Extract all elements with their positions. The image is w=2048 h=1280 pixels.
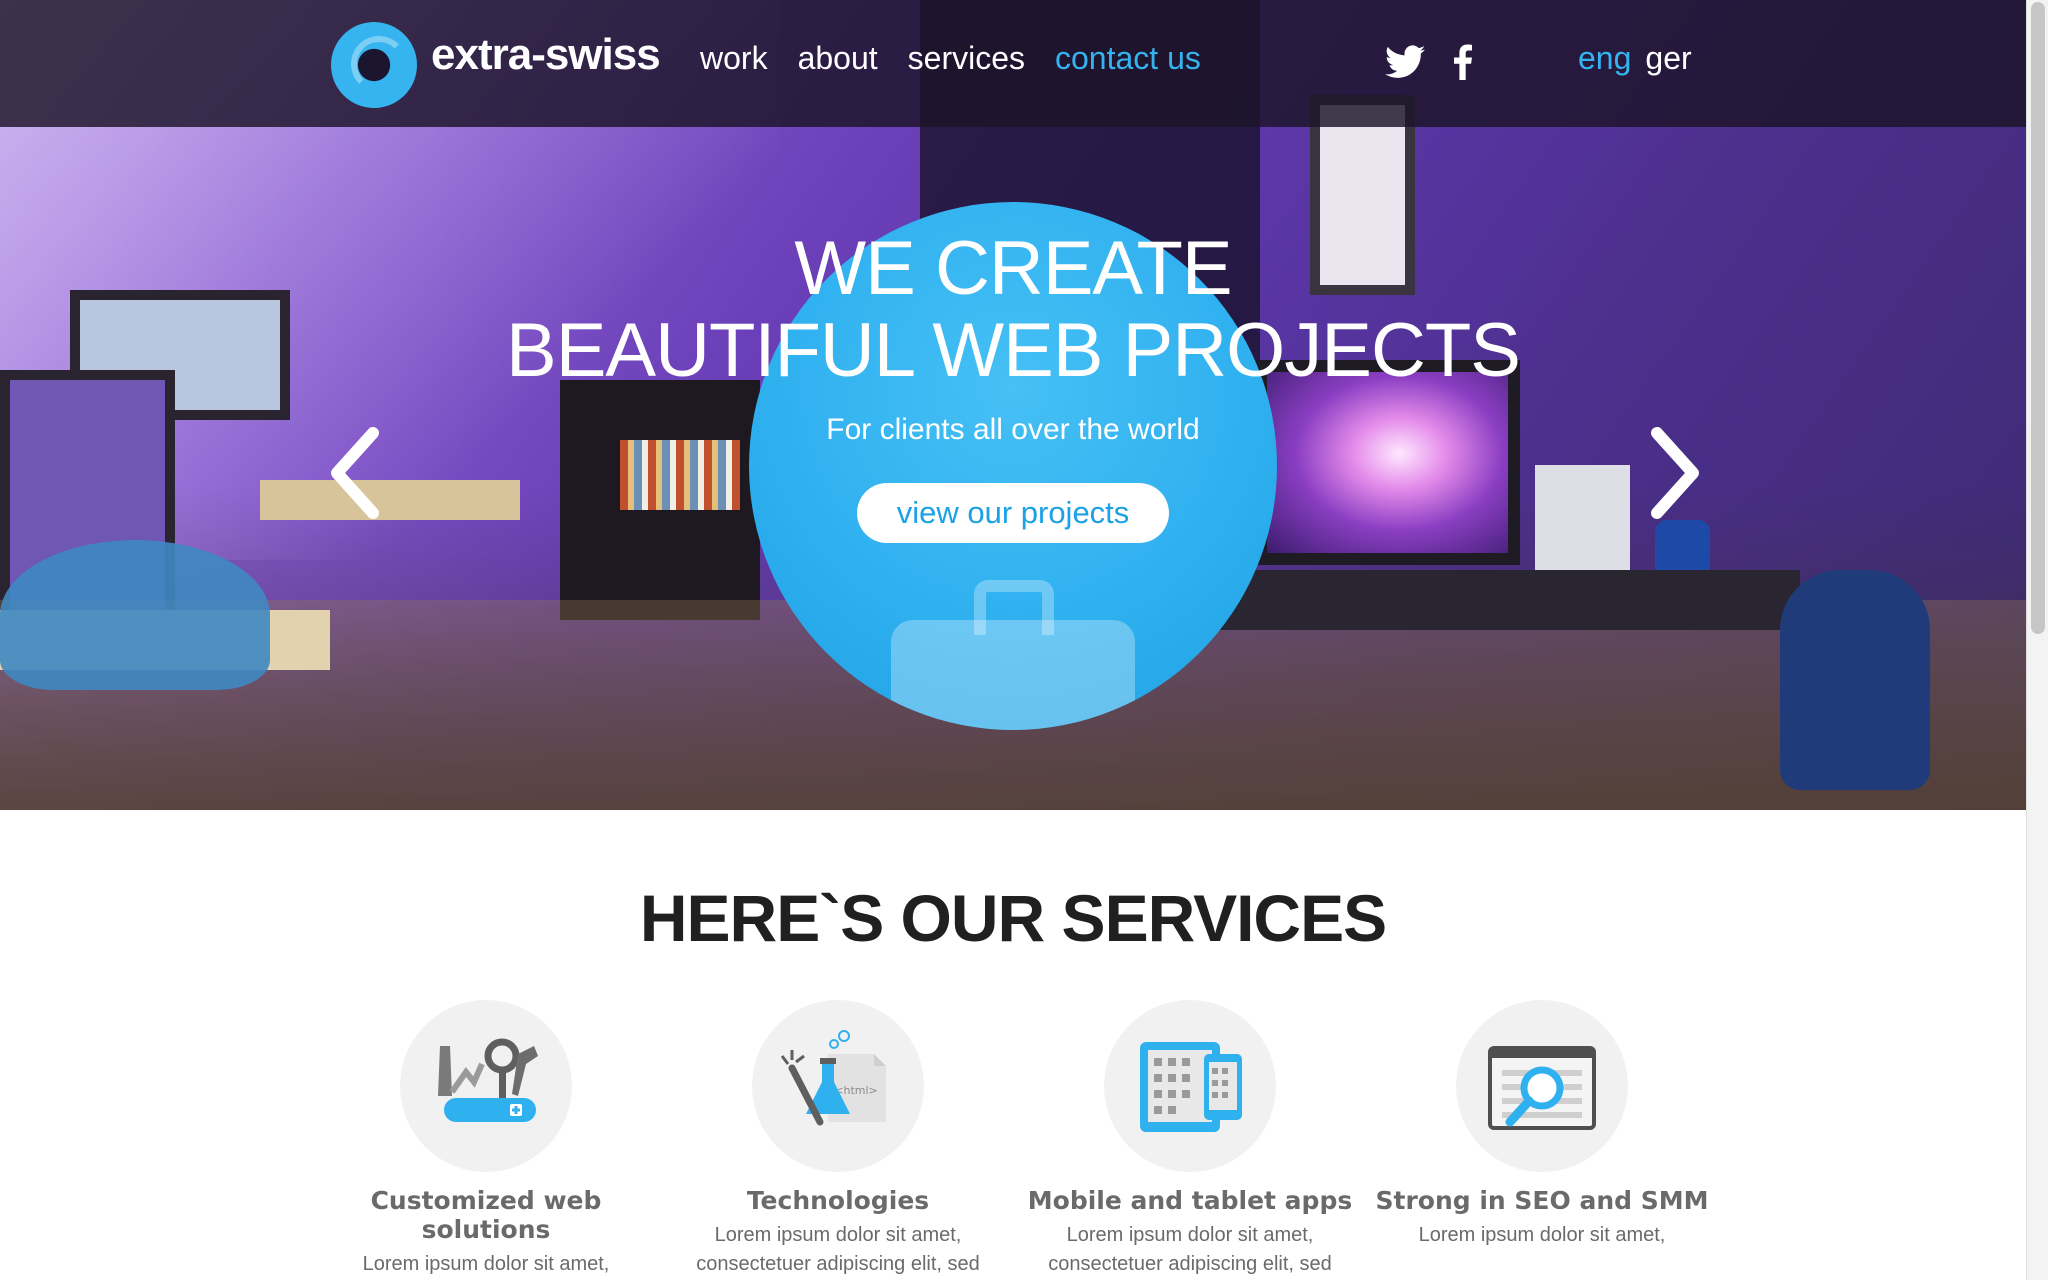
services-heading: HERE`S OUR SERVICES — [639, 881, 1387, 955]
service-title: Mobile and tablet apps — [1027, 1186, 1353, 1215]
service-text: Lorem ipsum dolor sit amet, consectetuer… — [1048, 1224, 1332, 1275]
hero-photo-chair — [1780, 570, 1930, 790]
briefcase-icon — [891, 620, 1135, 730]
service-title: Technologies — [746, 1186, 930, 1215]
html-lab-icon: <html> — [780, 1030, 886, 1126]
scrollbar-thumb[interactable] — [2031, 2, 2045, 634]
service-icon-circle — [1104, 1000, 1276, 1172]
service-text: Lorem ipsum dolor sit amet, consectetuer… — [696, 1224, 980, 1275]
facebook-icon[interactable] — [1453, 44, 1473, 80]
hero-headline: WE CREATE BEAUTIFUL WEB PROJECTS — [0, 228, 2026, 392]
service-icon-circle: <html> — [752, 1000, 924, 1172]
html-tag-label: <html> — [834, 1084, 878, 1097]
lang-ger[interactable]: ger — [1645, 40, 1691, 77]
vertical-scrollbar[interactable] — [2026, 0, 2048, 1280]
brand-name[interactable]: extra-swiss — [431, 30, 661, 80]
hero-photo-books — [620, 440, 740, 510]
nav-item-about[interactable]: about — [798, 40, 878, 77]
hero-headline-line1: WE CREATE — [794, 226, 1232, 311]
service-title: Strong in SEO and SMM — [1375, 1186, 1709, 1215]
top-navigation-bar: extra-swiss work about services contact … — [0, 0, 2026, 127]
service-title: Customized web solutions — [370, 1186, 602, 1244]
service-card: Strong in SEO and SMM Lorem ipsum dolor … — [1362, 1000, 1722, 1250]
browser-search-icon — [1488, 1046, 1596, 1130]
main-nav: work about services contact us — [700, 40, 1231, 77]
logo-icon[interactable] — [331, 22, 417, 108]
hero-subtitle: For clients all over the world — [826, 413, 1200, 446]
service-icon-circle — [1456, 1000, 1628, 1172]
hero-photo-chair — [0, 540, 270, 690]
service-card: Mobile and tablet apps Lorem ipsum dolor… — [1010, 1000, 1370, 1279]
swiss-knife-icon — [438, 1038, 538, 1122]
nav-item-work[interactable]: work — [700, 40, 768, 77]
nav-item-services[interactable]: services — [908, 40, 1025, 77]
lang-eng[interactable]: eng — [1578, 40, 1631, 77]
service-card: <html> Technologies Lorem ipsum dolor si… — [658, 1000, 1018, 1279]
nav-item-contact-us[interactable]: contact us — [1055, 40, 1201, 77]
view-projects-button[interactable]: view our projects — [857, 483, 1169, 543]
language-switcher: eng ger — [1578, 40, 1692, 77]
chevron-right-icon[interactable] — [1645, 425, 1705, 521]
service-text: Lorem ipsum dolor sit amet, — [362, 1253, 610, 1275]
tablet-phone-icon — [1140, 1042, 1242, 1132]
hero-headline-line2: BEAUTIFUL WEB PROJECTS — [506, 308, 1521, 393]
service-text: Lorem ipsum dolor sit amet, — [1418, 1224, 1666, 1246]
chevron-left-icon[interactable] — [325, 425, 385, 521]
twitter-icon[interactable] — [1385, 45, 1425, 79]
social-links — [1385, 44, 1473, 80]
service-card: Customized web solutions Lorem ipsum dol… — [306, 1000, 666, 1279]
service-icon-circle — [400, 1000, 572, 1172]
hero-photo-desk — [260, 480, 520, 520]
